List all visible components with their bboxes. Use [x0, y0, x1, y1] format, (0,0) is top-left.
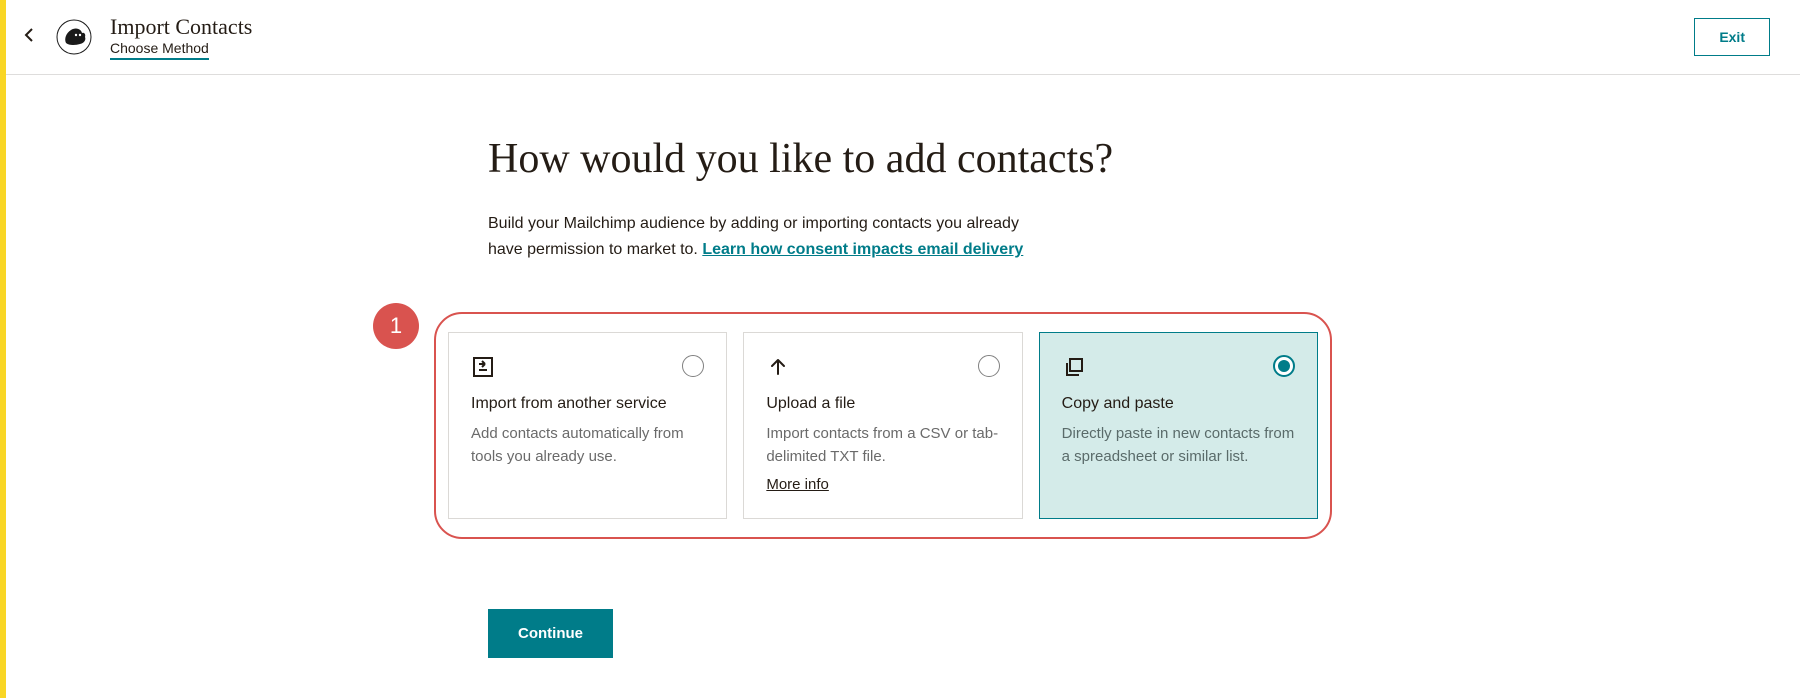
option-title: Import from another service: [471, 395, 704, 413]
more-info-link[interactable]: More info: [766, 476, 829, 493]
upload-icon: [766, 355, 790, 379]
option-description: Import contacts from a CSV or tab-delimi…: [766, 423, 999, 468]
import-icon: [471, 355, 495, 379]
option-title: Upload a file: [766, 395, 999, 413]
header: Import Contacts Choose Method Exit: [6, 0, 1800, 75]
annotation-highlight-box: Import from another service Add contacts…: [434, 312, 1332, 539]
mailchimp-logo-icon: [56, 19, 92, 55]
radio-upload-file[interactable]: [978, 355, 1000, 377]
consent-link[interactable]: Learn how consent impacts email delivery: [702, 241, 1023, 258]
option-description: Add contacts automatically from tools yo…: [471, 423, 704, 468]
back-icon[interactable]: [20, 23, 38, 52]
option-title: Copy and paste: [1062, 395, 1295, 413]
title-block: Import Contacts Choose Method: [110, 14, 252, 60]
main-heading: How would you like to add contacts?: [488, 135, 1318, 183]
continue-button[interactable]: Continue: [488, 609, 613, 658]
option-row: Import from another service Add contacts…: [448, 332, 1318, 519]
option-card-import-service[interactable]: Import from another service Add contacts…: [448, 332, 727, 519]
exit-button[interactable]: Exit: [1694, 18, 1770, 56]
annotation-badge: 1: [373, 303, 419, 349]
option-description: Directly paste in new contacts from a sp…: [1062, 423, 1295, 468]
header-left: Import Contacts Choose Method: [20, 14, 252, 60]
radio-copy-paste[interactable]: [1273, 355, 1295, 377]
copy-icon: [1062, 355, 1086, 379]
breadcrumb-step: Choose Method: [110, 40, 209, 60]
option-card-upload-file[interactable]: Upload a file Import contacts from a CSV…: [743, 332, 1022, 519]
radio-import-service[interactable]: [682, 355, 704, 377]
option-card-copy-paste[interactable]: Copy and paste Directly paste in new con…: [1039, 332, 1318, 519]
page-title: Import Contacts: [110, 14, 252, 40]
main-content: How would you like to add contacts? Buil…: [468, 75, 1338, 698]
main-description: Build your Mailchimp audience by adding …: [488, 211, 1048, 262]
